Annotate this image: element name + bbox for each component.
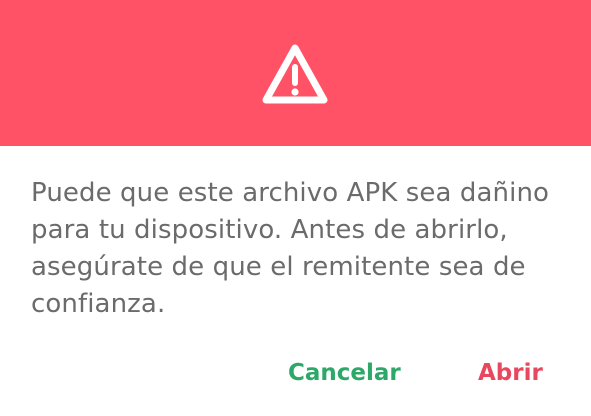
dialog-header (0, 0, 591, 146)
open-button[interactable]: Abrir (478, 350, 548, 396)
dialog-message: Puede que este archivo APK sea dañino pa… (31, 178, 550, 319)
dialog-actions: Cancelar Abrir (0, 350, 591, 400)
cancel-button[interactable]: Cancelar (288, 350, 404, 396)
warning-triangle-icon (262, 44, 328, 104)
apk-warning-dialog: Puede que este archivo APK sea dañino pa… (0, 0, 591, 416)
